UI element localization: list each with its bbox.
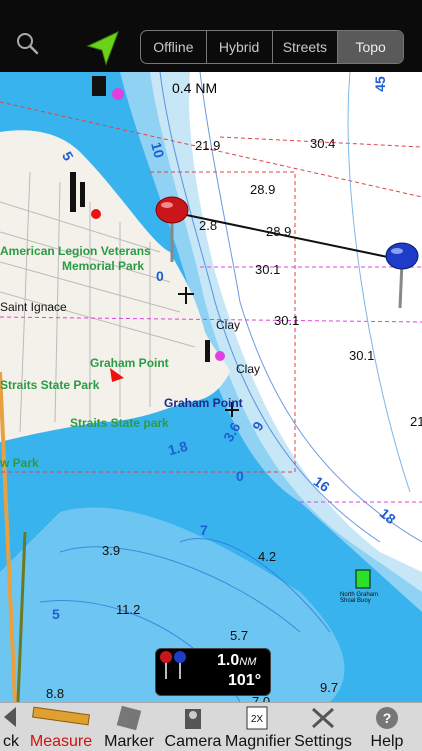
search-icon[interactable]	[14, 30, 42, 58]
place-label: w Park	[0, 456, 39, 470]
contour-label: 5	[52, 606, 60, 622]
depth-sounding: 30.1	[349, 348, 375, 363]
map-type-topo[interactable]: Topo	[338, 31, 403, 63]
toolbar-label: Magnifier	[225, 733, 291, 750]
place-label: Straits State Park	[0, 378, 100, 392]
ruler-icon	[32, 706, 90, 726]
place-label: Saint Ignace	[0, 300, 67, 314]
depth-sounding: 28.9	[250, 182, 276, 197]
place-label: Clay	[216, 318, 241, 332]
place-label: American Legion Veterans	[0, 244, 151, 258]
depth-sounding: 9.7	[320, 680, 339, 695]
contour-label: 0	[156, 268, 164, 284]
help-icon: ?	[376, 707, 398, 729]
place-label: Memorial Park	[62, 259, 145, 273]
toolbar-label: Settings	[294, 733, 352, 750]
depth-sounding: 30.1	[274, 313, 300, 328]
contour-label: 45	[371, 76, 388, 92]
scale-bar: 0.4 NM	[172, 80, 217, 96]
measure-pins-icon	[160, 651, 186, 679]
toolbar-magnifier[interactable]: 2X Magnifier	[225, 703, 291, 751]
toolbar-help[interactable]: ? Help	[364, 703, 410, 751]
depth-sounding: 30.1	[255, 262, 281, 277]
depth-sounding: 28.9	[266, 224, 292, 239]
place-label: Graham Point	[90, 356, 169, 370]
svg-text:2X: 2X	[251, 714, 264, 725]
toolbar-label: Marker	[104, 733, 154, 750]
toolbar-marker[interactable]: Marker	[100, 703, 158, 751]
distance-readout: 1.0NM	[217, 652, 256, 670]
depth-sounding: 4.2	[258, 549, 277, 564]
bottom-toolbar: ck Measure Marker Camera 2X Magnifier Se…	[0, 702, 422, 751]
distance-unit: NM	[239, 656, 257, 668]
place-label: Graham Point	[164, 396, 243, 410]
marker-icon	[116, 705, 142, 731]
contour-label: 0	[236, 468, 244, 484]
place-label: North Graham Shoal Buoy	[340, 592, 379, 604]
toolbar-label: Camera	[164, 733, 222, 750]
top-bar: Offline Hybrid Streets Topo	[0, 0, 422, 72]
toolbar-back[interactable]: ck	[0, 703, 22, 751]
settings-tools-icon	[311, 707, 335, 729]
toolbar-measure[interactable]: Measure	[28, 703, 94, 751]
place-label: Clay	[236, 362, 261, 376]
map-type-offline[interactable]: Offline	[141, 31, 207, 63]
map-type-hybrid[interactable]: Hybrid	[207, 31, 273, 63]
toolbar-camera[interactable]: Camera	[163, 703, 223, 751]
toolbar-settings[interactable]: Settings	[290, 703, 356, 751]
toolbar-label: ck	[3, 733, 19, 750]
toolbar-label: Measure	[29, 733, 93, 750]
depth-sounding: 8.8	[46, 686, 65, 701]
contour-label: 7	[200, 522, 208, 538]
bearing-value: 101°	[228, 672, 262, 689]
measure-readout: 1.0NM 101°	[155, 648, 271, 696]
location-arrow-icon[interactable]	[84, 28, 124, 68]
map-type-selector: Offline Hybrid Streets Topo	[140, 30, 404, 64]
depth-sounding: 2.8	[199, 218, 218, 233]
distance-value: 1.0	[217, 652, 240, 669]
nautical-map[interactable]: 0.4 NM 21.9 30.4 28.9 2.8 28.9 30.1 30.1…	[0, 72, 422, 702]
depth-sounding: 21	[410, 414, 422, 429]
depth-sounding: 30.4	[310, 136, 336, 151]
camera-icon	[185, 709, 201, 729]
depth-sounding: 21.9	[195, 138, 221, 153]
map-type-streets[interactable]: Streets	[273, 31, 339, 63]
back-icon	[4, 707, 16, 727]
place-label: Straits State park	[70, 416, 169, 430]
toolbar-label: Help	[370, 733, 404, 750]
magnifier-icon: 2X	[246, 706, 268, 730]
depth-sounding: 5.7	[230, 628, 249, 643]
depth-sounding: 3.9	[102, 543, 121, 558]
depth-sounding: 11.2	[116, 602, 141, 617]
scale-label: 0.4 NM	[172, 80, 218, 96]
svg-text:?: ?	[383, 710, 392, 726]
